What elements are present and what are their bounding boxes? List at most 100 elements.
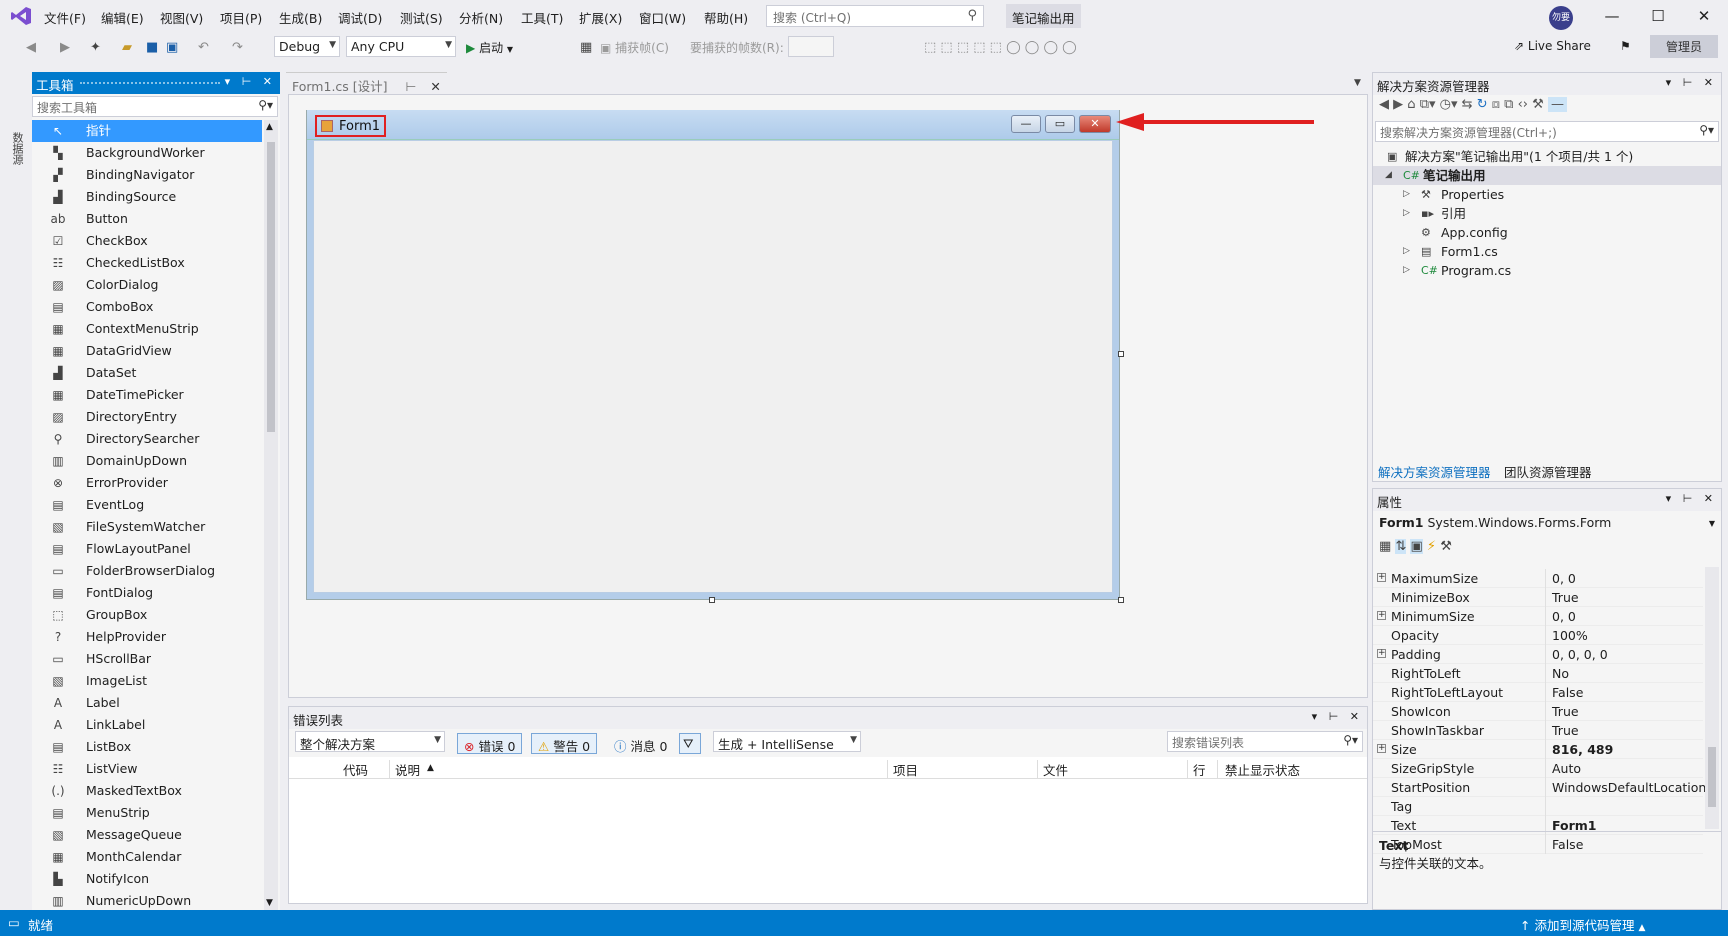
toolbox-item[interactable]: ▤ ComboBox <box>32 296 262 318</box>
messages-filter-button[interactable]: ⓘ 消息 0 <box>607 733 674 754</box>
toolbox-item[interactable]: ▧ MessageQueue <box>32 824 262 846</box>
toolbox-item[interactable]: ▤ EventLog <box>32 494 262 516</box>
toolbox-item[interactable]: ▙ NotifyIcon <box>32 868 262 890</box>
panel-controls[interactable]: ▾ ⊢ ✕ <box>1666 492 1717 505</box>
expanded-icon[interactable]: ◢ <box>1385 166 1392 185</box>
col-suppression[interactable]: 禁止显示状态 <box>1225 760 1300 779</box>
minimize-window-button[interactable]: — <box>1592 4 1632 28</box>
menu-item-5[interactable]: 调试(D) <box>338 8 382 27</box>
toolbox-item[interactable]: ↖ 指针 <box>32 120 262 142</box>
property-row[interactable]: Opacity 100% <box>1373 626 1703 645</box>
property-row[interactable]: ShowInTaskbar True <box>1373 721 1703 740</box>
tab-overflow-chevron-icon[interactable]: ▼ <box>1354 78 1361 88</box>
toolbox-item[interactable]: ▥ DomainUpDown <box>32 450 262 472</box>
property-row[interactable]: Tag <box>1373 797 1703 816</box>
property-row[interactable]: SizeGripStyle Auto <box>1373 759 1703 778</box>
properties-view-icon[interactable]: ▣ <box>1410 539 1423 554</box>
expand-icon[interactable]: + <box>1377 573 1386 582</box>
sync-icon[interactable]: ⇆ <box>1462 97 1473 112</box>
project-node[interactable]: ◢ C# 笔记输出用 <box>1373 166 1721 185</box>
toolbox-item[interactable]: ⬚ GroupBox <box>32 604 262 626</box>
property-value[interactable]: True <box>1545 588 1579 607</box>
redo-icon[interactable]: ↷ <box>232 40 243 55</box>
live-share-button[interactable]: ⇗ Live Share <box>1514 39 1591 53</box>
toolbox-item[interactable]: ▭ FolderBrowserDialog <box>32 560 262 582</box>
tree-item-references[interactable]: ▷ ▪▸ 引用 <box>1373 204 1721 223</box>
expand-icon[interactable]: + <box>1377 611 1386 620</box>
menu-item-3[interactable]: 项目(P) <box>220 8 262 27</box>
property-row[interactable]: + Padding 0, 0, 0, 0 <box>1373 645 1703 664</box>
toolbox-item[interactable]: ☷ ListView <box>32 758 262 780</box>
toolbox-item[interactable]: ▭ HScrollBar <box>32 648 262 670</box>
tree-item-properties[interactable]: ▷ ⚒ Properties <box>1373 185 1721 204</box>
toolbox-item[interactable]: A LinkLabel <box>32 714 262 736</box>
toolbox-item[interactable]: ⚲ DirectorySearcher <box>32 428 262 450</box>
toolbox-item[interactable]: ▦ DataGridView <box>32 340 262 362</box>
collapse-all-icon[interactable]: ⧈ <box>1492 97 1500 112</box>
property-row[interactable]: RightToLeft No <box>1373 664 1703 683</box>
expand-icon[interactable]: + <box>1377 649 1386 658</box>
property-row[interactable]: + Size 816, 489 <box>1373 740 1703 759</box>
warnings-filter-button[interactable]: ⚠ 警告 0 <box>531 733 598 754</box>
property-row[interactable]: + MinimumSize 0, 0 <box>1373 607 1703 626</box>
feedback-icon[interactable]: ⚑ <box>1620 39 1631 53</box>
scroll-up-icon[interactable]: ▲ <box>266 122 273 132</box>
toolbox-item[interactable]: ▨ DirectoryEntry <box>32 406 262 428</box>
tab-form1-design[interactable]: Form1.cs [设计] ⊢ ✕ <box>286 72 447 94</box>
chevron-down-icon[interactable]: ▼ <box>1709 519 1715 528</box>
toolbox-item[interactable]: ☑ CheckBox <box>32 230 262 252</box>
configuration-dropdown[interactable]: Debug ▼ <box>274 36 340 57</box>
col-project[interactable]: 项目 <box>893 760 918 779</box>
property-value[interactable]: No <box>1545 664 1569 683</box>
menu-item-6[interactable]: 测试(S) <box>400 8 443 27</box>
resize-handle-corner[interactable] <box>1118 597 1124 603</box>
toolbox-item[interactable]: ▦ ContextMenuStrip <box>32 318 262 340</box>
properties-scrollbar[interactable] <box>1705 567 1719 829</box>
property-pages-icon[interactable]: ⚒ <box>1440 539 1452 554</box>
error-search-input[interactable]: 搜索错误列表 ⚲▾ <box>1167 731 1363 752</box>
collapsed-icon[interactable]: ▷ <box>1403 242 1410 261</box>
property-value[interactable]: 816, 489 <box>1545 740 1613 759</box>
error-scope-dropdown[interactable]: 整个解决方案 ▼ <box>295 731 445 752</box>
switch-views-icon[interactable]: ⧉▾ <box>1420 97 1436 112</box>
toolbox-item[interactable]: ▚ BackgroundWorker <box>32 142 262 164</box>
property-value[interactable]: 0, 0, 0, 0 <box>1545 645 1608 664</box>
toolbox-item[interactable]: ▤ ListBox <box>32 736 262 758</box>
toolbox-item[interactable]: ☷ CheckedListBox <box>32 252 262 274</box>
navigate-forward-icon[interactable]: ▶ <box>60 40 70 55</box>
panel-controls[interactable]: ▾ ⊢ ✕ <box>1666 76 1717 89</box>
tab-solution-explorer[interactable]: 解决方案资源管理器 <box>1374 462 1495 481</box>
toolbox-item[interactable]: ▤ MenuStrip <box>32 802 262 824</box>
toolbox-item[interactable]: ▦ MonthCalendar <box>32 846 262 868</box>
data-sources-tab[interactable]: 数据源 <box>9 132 25 165</box>
property-row[interactable]: StartPosition WindowsDefaultLocation <box>1373 778 1706 797</box>
menu-item-8[interactable]: 工具(T) <box>521 8 563 27</box>
events-icon[interactable]: ⚡ <box>1427 539 1436 554</box>
collapsed-icon[interactable]: ▷ <box>1403 261 1410 280</box>
panel-controls[interactable]: ▾ ⊢ ✕ <box>225 75 276 88</box>
form-design-preview[interactable]: Form1 — ▭ ✕ <box>306 110 1120 600</box>
show-all-files-icon[interactable]: ⧉ <box>1504 97 1513 112</box>
menu-item-4[interactable]: 生成(B) <box>279 8 322 27</box>
property-value[interactable]: False <box>1545 683 1583 702</box>
start-debug-button[interactable]: ▶ 启动 ▼ <box>466 39 513 56</box>
toolbox-scrollbar[interactable]: ▲ ▼ <box>264 120 278 910</box>
menu-item-0[interactable]: 文件(F) <box>44 8 86 27</box>
tab-team-explorer[interactable]: 团队资源管理器 <box>1500 462 1596 481</box>
undo-icon[interactable]: ↶ <box>198 40 209 55</box>
scroll-down-icon[interactable]: ▼ <box>266 898 273 908</box>
navigate-back-icon[interactable]: ◀ <box>26 40 36 55</box>
col-line[interactable]: 行 <box>1193 760 1206 779</box>
add-to-source-control-button[interactable]: ↑ 添加到源代码管理 ▲ <box>1520 915 1645 934</box>
errors-filter-button[interactable]: ⊗ 错误 0 <box>457 733 523 754</box>
resize-handle-right[interactable] <box>1118 351 1124 357</box>
close-tab-icon[interactable]: ✕ <box>430 79 440 94</box>
open-file-icon[interactable]: ▰ <box>122 40 132 55</box>
property-value[interactable] <box>1545 797 1552 816</box>
property-value[interactable]: 0, 0 <box>1545 569 1576 588</box>
property-row[interactable]: MinimizeBox True <box>1373 588 1703 607</box>
view-code-icon[interactable]: ‹› <box>1518 97 1528 112</box>
toolbox-item[interactable]: ▞ BindingNavigator <box>32 164 262 186</box>
toolbox-item[interactable]: ▧ FileSystemWatcher <box>32 516 262 538</box>
property-value[interactable]: 100% <box>1545 626 1588 645</box>
